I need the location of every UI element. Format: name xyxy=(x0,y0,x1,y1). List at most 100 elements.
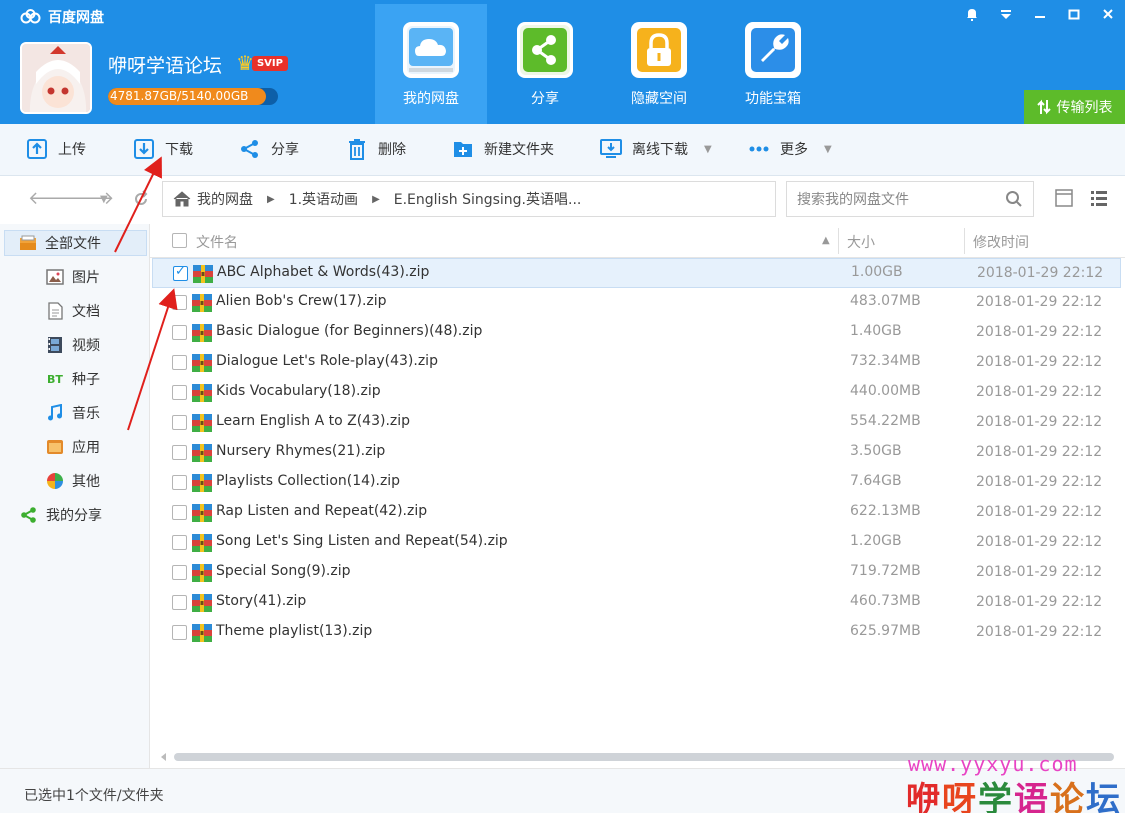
delete-label: 删除 xyxy=(378,142,406,158)
tab-hidden-space-label: 隐藏空间 xyxy=(631,91,687,107)
file-checkbox[interactable] xyxy=(172,595,187,610)
file-name[interactable]: Rap Listen and Repeat(42).zip xyxy=(216,503,427,519)
avatar-image xyxy=(22,44,90,112)
sidebar-item-documents[interactable]: 文档 xyxy=(46,298,100,324)
image-icon xyxy=(46,269,64,285)
home-icon[interactable] xyxy=(173,191,191,207)
file-name[interactable]: Alien Bob's Crew(17).zip xyxy=(216,293,387,309)
file-name[interactable]: Special Song(9).zip xyxy=(216,563,351,579)
baidu-cloud-logo-icon xyxy=(20,9,41,24)
share-button[interactable]: 分享 xyxy=(239,138,299,160)
breadcrumb-item[interactable]: E.English Singsing.英语唱... xyxy=(394,189,582,209)
tab-my-disk[interactable]: 我的网盘 xyxy=(375,4,487,124)
select-all-checkbox[interactable] xyxy=(172,233,187,248)
thumbnail-view-icon[interactable] xyxy=(1055,189,1073,207)
sort-asc-icon[interactable]: ▲ xyxy=(822,235,830,246)
file-row[interactable]: Alien Bob's Crew(17).zip 483.07MB 2018-01-… xyxy=(150,288,1125,318)
file-size: 554.22MB xyxy=(850,413,921,429)
download-button[interactable]: 下载 xyxy=(133,138,193,160)
file-name[interactable]: Basic Dialogue (for Beginners)(48).zip xyxy=(216,323,482,339)
column-divider[interactable] xyxy=(838,228,839,254)
file-row[interactable]: Kids Vocabulary(18).zip 440.00MB 2018-01-2… xyxy=(150,378,1125,408)
file-row[interactable]: Nursery Rhymes(21).zip 3.50GB 2018-01-29 2… xyxy=(150,438,1125,468)
column-name-header[interactable]: 文件名 xyxy=(196,232,238,252)
close-button[interactable] xyxy=(1091,0,1125,28)
menu-button[interactable] xyxy=(989,0,1023,28)
file-checkbox[interactable] xyxy=(172,625,187,640)
file-row[interactable]: Basic Dialogue (for Beginners)(48).zip 1.… xyxy=(150,318,1125,348)
file-name[interactable]: Playlists Collection(14).zip xyxy=(216,473,400,489)
tab-share[interactable]: 分享 xyxy=(489,4,601,124)
search-icon[interactable] xyxy=(1005,190,1023,208)
file-checkbox[interactable] xyxy=(173,264,188,281)
notification-bell-button[interactable] xyxy=(955,0,989,28)
file-checkbox[interactable] xyxy=(172,355,187,370)
more-dots-icon xyxy=(749,146,769,152)
search-placeholder: 搜索我的网盘文件 xyxy=(797,192,909,208)
offline-download-button[interactable]: 离线下载 ▼ xyxy=(600,138,712,160)
sidebar-item-my-shares[interactable]: 我的分享 xyxy=(20,502,102,528)
file-name[interactable]: Dialogue Let's Role-play(43).zip xyxy=(216,353,438,369)
tab-hidden-space[interactable]: 隐藏空间 xyxy=(603,4,715,124)
file-name[interactable]: Story(41).zip xyxy=(216,593,306,609)
column-modified-header[interactable]: 修改时间 xyxy=(973,232,1029,252)
chevron-down-icon[interactable]: ▼ xyxy=(824,144,832,155)
file-row[interactable]: Song Let's Sing Listen and Repeat(54).zi… xyxy=(150,528,1125,558)
sidebar-item-torrents[interactable]: BT 种子 xyxy=(46,366,100,392)
minimize-button[interactable] xyxy=(1023,0,1057,28)
list-view-icon[interactable] xyxy=(1090,189,1108,207)
file-checkbox[interactable] xyxy=(172,475,187,490)
file-name[interactable]: Learn English A to Z(43).zip xyxy=(216,413,410,429)
file-name[interactable]: Kids Vocabulary(18).zip xyxy=(216,383,381,399)
file-row[interactable]: Learn English A to Z(43).zip 554.22MB 2018… xyxy=(150,408,1125,438)
sidebar-item-music[interactable]: 音乐 xyxy=(46,400,100,426)
sidebar-item-apps[interactable]: 应用 xyxy=(46,434,100,460)
breadcrumb-separator-icon[interactable]: ▶ xyxy=(267,194,275,205)
file-row[interactable]: Theme playlist(13).zip 625.97MB 2018-01-29… xyxy=(150,618,1125,648)
breadcrumb-item[interactable]: 我的网盘 xyxy=(197,189,253,209)
sidebar-item-all-files[interactable]: 全部文件 xyxy=(4,230,147,256)
file-name[interactable]: ABC Alphabet & Words(43).zip xyxy=(217,264,429,280)
file-name[interactable]: Song Let's Sing Listen and Repeat(54).zi… xyxy=(216,533,508,549)
file-checkbox[interactable] xyxy=(172,445,187,460)
maximize-button[interactable] xyxy=(1057,0,1091,28)
file-checkbox[interactable] xyxy=(172,385,187,400)
new-folder-button[interactable]: 新建文件夹 xyxy=(452,138,554,160)
avatar[interactable] xyxy=(20,42,92,114)
history-dropdown-icon[interactable]: ▼ xyxy=(100,194,108,205)
sidebar-item-images[interactable]: 图片 xyxy=(46,264,100,290)
share-icon xyxy=(241,140,258,158)
file-row[interactable]: Story(41).zip 460.73MB 2018-01-29 22:12 xyxy=(150,588,1125,618)
chevron-down-icon[interactable]: ▼ xyxy=(704,144,712,155)
column-divider[interactable] xyxy=(964,228,965,254)
file-checkbox[interactable] xyxy=(172,565,187,580)
svip-badge[interactable]: ♛ SVIP xyxy=(236,53,288,73)
file-row[interactable]: Dialogue Let's Role-play(43).zip 732.34MB… xyxy=(150,348,1125,378)
title-bar: 百度网盘 咿呀学语论坛 ♛ SVIP 4781.87GB/5140.00GB 我… xyxy=(0,0,1125,124)
upload-button[interactable]: 上传 xyxy=(26,138,86,160)
file-checkbox[interactable] xyxy=(172,295,187,310)
file-checkbox[interactable] xyxy=(172,415,187,430)
sidebar-item-videos[interactable]: 视频 xyxy=(46,332,100,358)
breadcrumb-separator-icon[interactable]: ▶ xyxy=(372,194,380,205)
delete-button[interactable]: 删除 xyxy=(346,138,406,160)
more-button[interactable]: 更多 ▼ xyxy=(748,138,832,160)
file-name[interactable]: Theme playlist(13).zip xyxy=(216,623,372,639)
column-size-header[interactable]: 大小 xyxy=(847,232,875,252)
transfer-list-button[interactable]: 传输列表 xyxy=(1024,90,1125,124)
file-checkbox[interactable] xyxy=(172,535,187,550)
file-row[interactable]: ABC Alphabet & Words(43).zip 1.00GB 2018-0… xyxy=(152,258,1121,288)
sidebar-item-label: 音乐 xyxy=(72,406,100,422)
sidebar-item-others[interactable]: 其他 xyxy=(46,468,100,494)
tab-toolbox[interactable]: 功能宝箱 xyxy=(717,4,829,124)
file-row[interactable]: Playlists Collection(14).zip 7.64GB 2018-0… xyxy=(150,468,1125,498)
breadcrumb-item[interactable]: 1.英语动画 xyxy=(289,189,358,209)
refresh-icon[interactable] xyxy=(132,190,150,208)
file-name[interactable]: Nursery Rhymes(21).zip xyxy=(216,443,385,459)
file-size: 625.97MB xyxy=(850,623,921,639)
search-input[interactable]: 搜索我的网盘文件 xyxy=(786,181,1034,217)
file-checkbox[interactable] xyxy=(172,505,187,520)
file-row[interactable]: Special Song(9).zip 719.72MB 2018-01-29 22… xyxy=(150,558,1125,588)
file-checkbox[interactable] xyxy=(172,325,187,340)
file-row[interactable]: Rap Listen and Repeat(42).zip 622.13MB 201… xyxy=(150,498,1125,528)
